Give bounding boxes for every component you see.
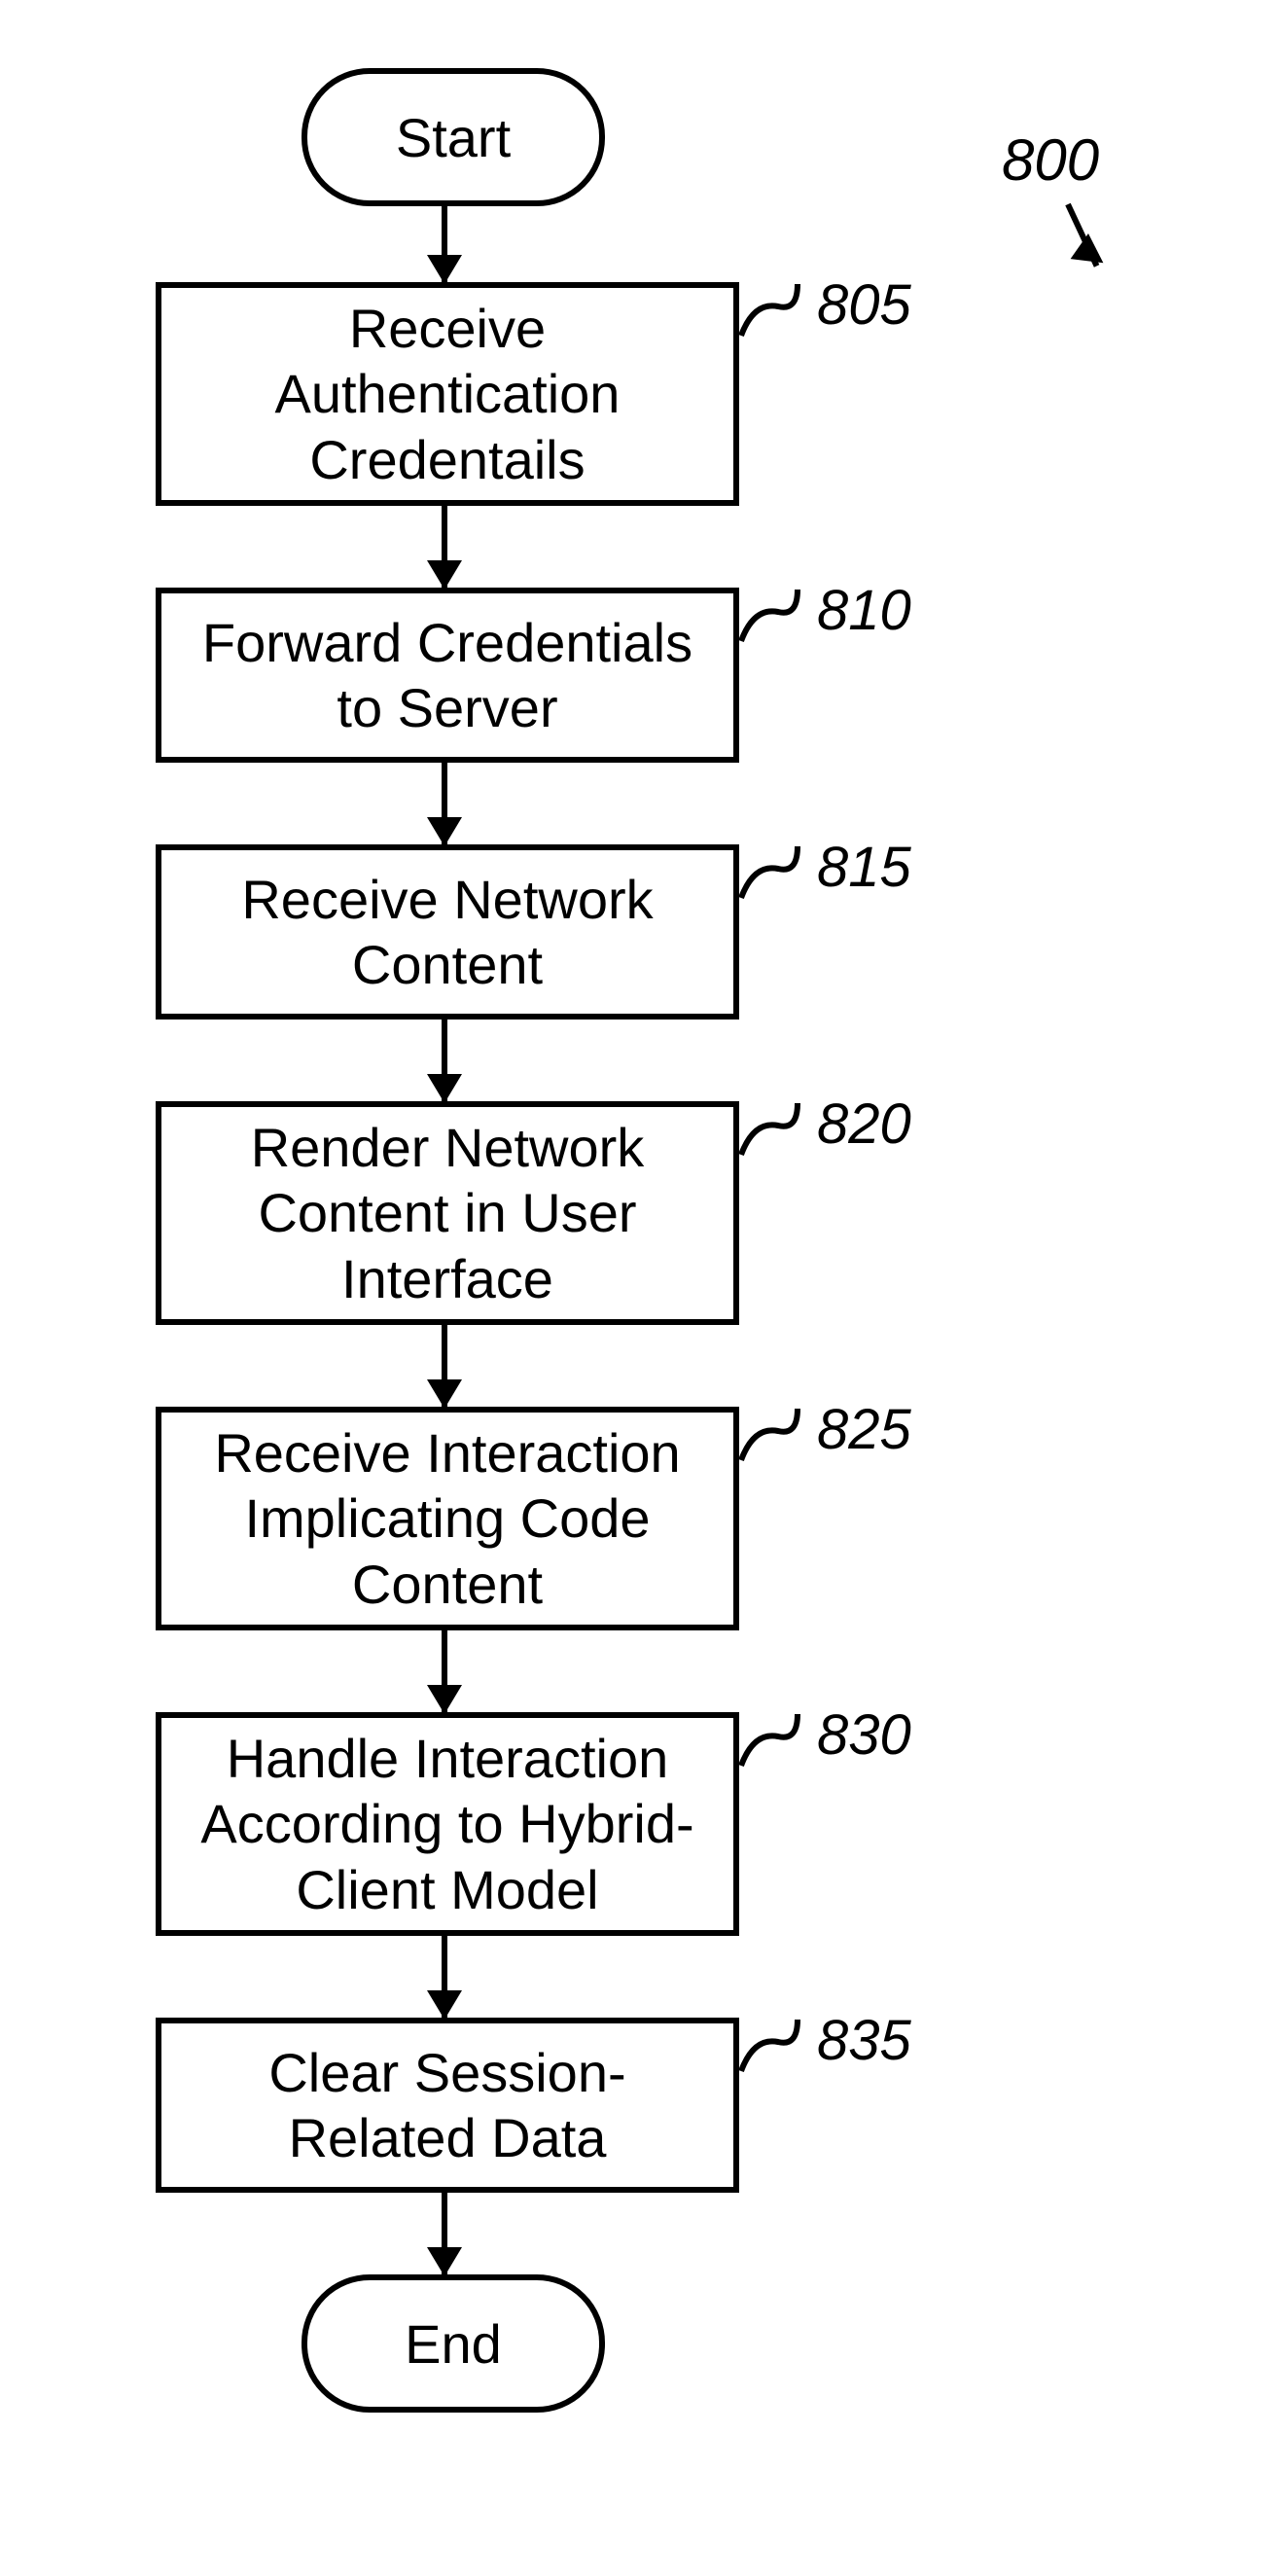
ref-label-810: 810 bbox=[817, 578, 911, 643]
flowchart-canvas: 800 Start Receive Authentication Credent… bbox=[0, 0, 1278, 2576]
terminator-start-label: Start bbox=[396, 106, 511, 169]
arrow bbox=[442, 2193, 447, 2274]
arrow bbox=[442, 506, 447, 588]
arrow bbox=[442, 200, 447, 282]
arrow bbox=[442, 1630, 447, 1712]
ref-label-830: 830 bbox=[817, 1702, 911, 1768]
terminator-end-label: End bbox=[405, 2312, 502, 2376]
process-step-815-text: Receive Network Content bbox=[181, 867, 714, 997]
process-step-835-text: Clear Session-Related Data bbox=[181, 2040, 714, 2170]
arrow bbox=[442, 1936, 447, 2018]
callout-brace bbox=[739, 1407, 807, 1465]
callout-brace bbox=[739, 2018, 807, 2076]
process-step-825-text: Receive Interaction Implicating Code Con… bbox=[181, 1420, 714, 1617]
process-step-810: Forward Credentials to Server bbox=[156, 588, 739, 763]
ref-label-820: 820 bbox=[817, 1091, 911, 1157]
figure-number-label: 800 bbox=[1002, 126, 1099, 194]
ref-label-835: 835 bbox=[817, 2008, 911, 2073]
callout-brace bbox=[739, 282, 807, 340]
process-step-805-text: Receive Authentication Credentails bbox=[181, 296, 714, 492]
ref-label-815: 815 bbox=[817, 835, 911, 900]
process-step-810-text: Forward Credentials to Server bbox=[181, 610, 714, 740]
terminator-end: End bbox=[302, 2274, 605, 2413]
terminator-start: Start bbox=[302, 68, 605, 206]
arrow bbox=[442, 763, 447, 844]
callout-brace bbox=[739, 1101, 807, 1160]
callout-brace bbox=[739, 844, 807, 903]
process-step-820-text: Render Network Content in User Interface bbox=[181, 1115, 714, 1311]
ref-label-825: 825 bbox=[817, 1397, 911, 1462]
figure-number-arrow bbox=[1065, 203, 1099, 268]
arrow bbox=[442, 1325, 447, 1407]
ref-label-805: 805 bbox=[817, 272, 911, 338]
process-step-820: Render Network Content in User Interface bbox=[156, 1101, 739, 1325]
process-step-805: Receive Authentication Credentails bbox=[156, 282, 739, 506]
process-step-830-text: Handle Interaction According to Hybrid-C… bbox=[181, 1726, 714, 1922]
callout-brace bbox=[739, 1712, 807, 1771]
process-step-815: Receive Network Content bbox=[156, 844, 739, 1020]
process-step-830: Handle Interaction According to Hybrid-C… bbox=[156, 1712, 739, 1936]
arrow bbox=[442, 1020, 447, 1101]
process-step-825: Receive Interaction Implicating Code Con… bbox=[156, 1407, 739, 1630]
callout-brace bbox=[739, 588, 807, 646]
process-step-835: Clear Session-Related Data bbox=[156, 2018, 739, 2193]
